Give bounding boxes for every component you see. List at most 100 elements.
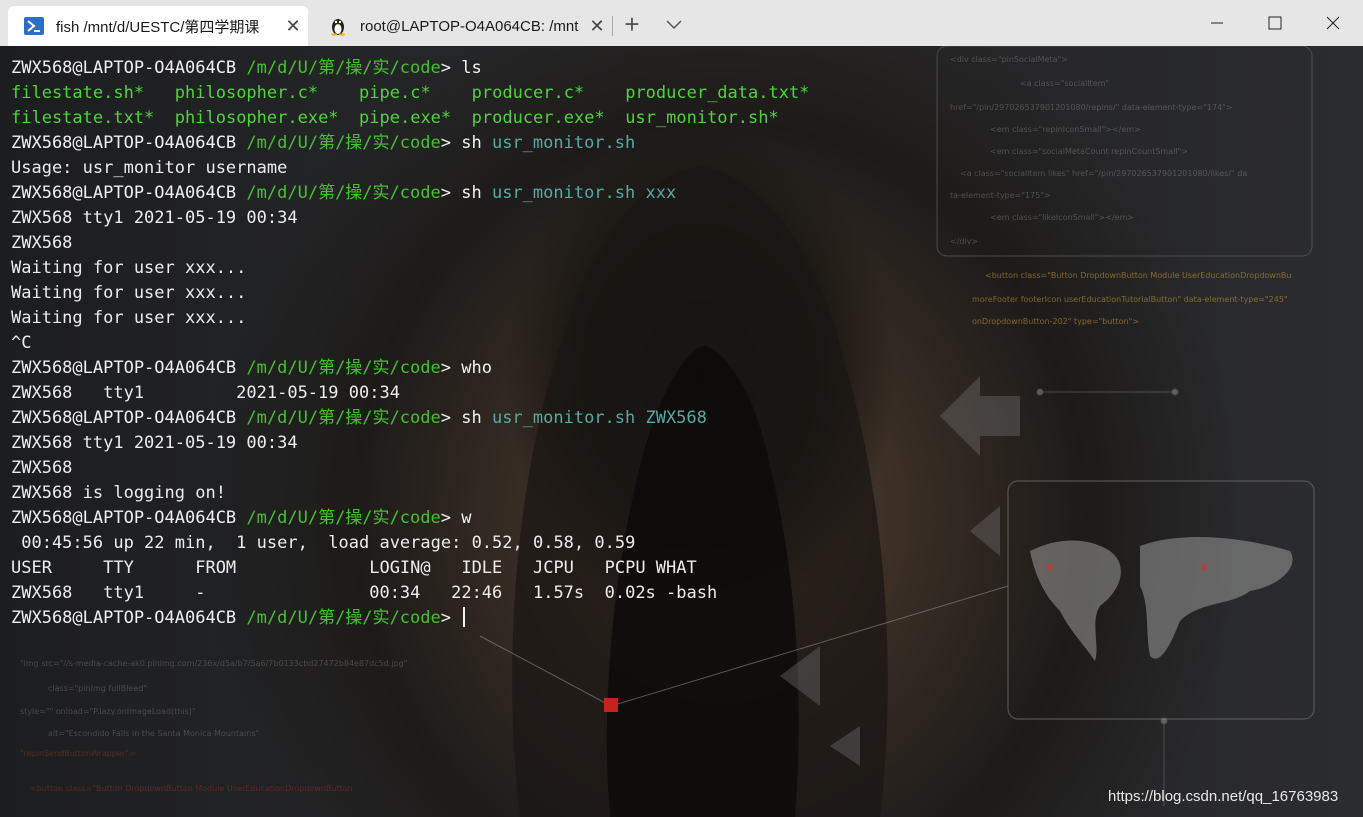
file-name: filestate.sh* [11, 83, 145, 103]
svg-text:style="" onload="P.lazy.on: style="" onload="P.lazy.onImageLoad(this… [20, 707, 196, 716]
svg-text:</div>: </div> [950, 237, 978, 246]
new-tab-plus-icon[interactable]: + [618, 10, 646, 38]
prompt-symbol: > [440, 133, 451, 153]
svg-text:onDropdownButton-202" type="bu: onDropdownButton-202" type="button"> [972, 317, 1139, 326]
tab-divider [612, 16, 613, 36]
svg-text:<em class="repinIconSmall"></e: <em class="repinIconSmall"></em> [990, 125, 1141, 134]
svg-text:<em class="socialMetaCount rep: <em class="socialMetaCount repinCountSma… [990, 147, 1188, 156]
ls-output-row: filestate.txt* philosopher.exe* pipe.exe… [11, 106, 809, 131]
command-argument: usr_monitor.sh [491, 133, 636, 153]
output-line: Waiting for user xxx... [11, 308, 247, 328]
prompt-symbol: > [440, 358, 451, 378]
ls-output-row: filestate.sh* philosopher.c* pipe.c* pro… [11, 81, 809, 106]
tab-fish[interactable]: fish /mnt/d/UESTC/第四学期课 ✕ [8, 6, 308, 46]
svg-text:<div class="pinSocialMeta">: <div class="pinSocialMeta"> [950, 55, 1068, 64]
terminal-line[interactable]: ZWX568@LAPTOP-O4A064CB /m/d/U/第/操/实/code… [11, 606, 809, 631]
terminal-line: ZWX568@LAPTOP-O4A064CB /m/d/U/第/操/实/code… [11, 506, 809, 531]
file-name: usr_monitor.sh* [625, 108, 779, 128]
prompt-path: /m/d/U/第/操/实/code [246, 608, 441, 628]
output-line: ZWX568 is logging on! [11, 483, 226, 503]
output-line: 00:45:56 up 22 min, 1 user, load average… [11, 533, 636, 553]
file-name: producer_data.txt* [625, 83, 810, 103]
svg-text:moreFooter footerIcon userEduc: moreFooter footerIcon userEducationTutor… [972, 295, 1288, 304]
terminal-line: ZWX568@LAPTOP-O4A064CB /m/d/U/第/操/实/code… [11, 406, 809, 431]
file-name: philosopher.c* [174, 83, 319, 103]
terminal-window: fish /mnt/d/UESTC/第四学期课 ✕ root@LAPTOP-O4… [0, 0, 1363, 817]
svg-text:"img src="//s-media-cache-: "img src="//s-media-cache-ak0.pinimg.com… [20, 659, 407, 668]
output-line: ZWX568 tty1 2021-05-19 00:34 [11, 433, 298, 453]
file-name: filestate.txt* [11, 108, 155, 128]
output-line: Usage: usr_monitor username [11, 158, 288, 178]
maximize-button[interactable] [1246, 0, 1304, 46]
prompt-path: /m/d/U/第/操/实/code [246, 133, 441, 153]
output-line: ZWX568 [11, 458, 73, 478]
prompt-user: ZWX568@LAPTOP-O4A064CB [11, 608, 237, 628]
prompt-symbol: > [440, 508, 451, 528]
prompt-symbol: > [440, 58, 451, 78]
output-line: Waiting for user xxx... [11, 258, 247, 278]
chevron-down-icon[interactable] [660, 12, 688, 36]
output-line: ZWX568 tty1 2021-05-19 00:34 [11, 383, 400, 403]
prompt-path: /m/d/U/第/操/实/code [246, 358, 441, 378]
prompt-user: ZWX568@LAPTOP-O4A064CB [11, 358, 237, 378]
terminal-line: ZWX568@LAPTOP-O4A064CB /m/d/U/第/操/实/code… [11, 356, 809, 381]
svg-text:"repinSendButtonWrapper">: "repinSendButtonWrapper"> [20, 749, 136, 758]
linux-tux-icon [328, 16, 348, 36]
prompt-symbol: > [440, 183, 451, 203]
minimize-button[interactable] [1188, 0, 1246, 46]
title-bar: fish /mnt/d/UESTC/第四学期课 ✕ root@LAPTOP-O4… [0, 0, 1363, 46]
powershell-icon [24, 16, 44, 36]
prompt-path: /m/d/U/第/操/实/code [246, 408, 441, 428]
text-cursor [463, 607, 466, 627]
svg-text:<button class="Button Dropdown: <button class="Button DropdownButton Mod… [985, 271, 1291, 280]
command-text: who [461, 358, 492, 378]
svg-text:<button class="Button Dropdown: <button class="Button DropdownButton Mod… [30, 784, 353, 793]
terminal-output: ZWX568@LAPTOP-O4A064CB /m/d/U/第/操/实/code… [11, 56, 809, 631]
command-argument: usr_monitor.sh ZWX568 [491, 408, 707, 428]
prompt-user: ZWX568@LAPTOP-O4A064CB [11, 183, 237, 203]
file-name: philosopher.exe* [174, 108, 339, 128]
terminal-line: ZWX568@LAPTOP-O4A064CB /m/d/U/第/操/实/code… [11, 56, 809, 81]
svg-text:ta-element-type="175">: ta-element-type="175"> [950, 191, 1051, 200]
command-text: sh [461, 133, 482, 153]
output-line: ZWX568 tty1 - 00:34 22:46 1.57s 0.02s -b… [11, 583, 718, 603]
output-line: ^C [11, 333, 32, 353]
file-name: pipe.c* [359, 83, 431, 103]
terminal-line: ZWX568@LAPTOP-O4A064CB /m/d/U/第/操/实/code… [11, 131, 809, 156]
tab-title: fish /mnt/d/UESTC/第四学期课 [56, 18, 260, 36]
command-text: ls [461, 58, 482, 78]
prompt-path: /m/d/U/第/操/实/code [246, 58, 441, 78]
prompt-path: /m/d/U/第/操/实/code [246, 508, 441, 528]
command-text: w [461, 508, 472, 528]
output-line: ZWX568 [11, 233, 73, 253]
watermark: https://blog.csdn.net/qq_16763983 [1108, 788, 1339, 805]
svg-text:alt="Escondido Falls in the Sa: alt="Escondido Falls in the Santa Monica… [48, 729, 259, 738]
tab-title: root@LAPTOP-O4A064CB: /mnt [360, 17, 579, 35]
prompt-user: ZWX568@LAPTOP-O4A064CB [11, 408, 237, 428]
prompt-user: ZWX568@LAPTOP-O4A064CB [11, 58, 237, 78]
prompt-symbol: > [440, 408, 451, 428]
prompt-symbol: > [440, 608, 451, 628]
command-argument: usr_monitor.sh xxx [491, 183, 677, 203]
output-line: Waiting for user xxx... [11, 283, 247, 303]
prompt-user: ZWX568@LAPTOP-O4A064CB [11, 508, 237, 528]
close-tab-icon[interactable]: ✕ [278, 16, 308, 37]
file-name: producer.exe* [471, 108, 605, 128]
prompt-user: ZWX568@LAPTOP-O4A064CB [11, 133, 237, 153]
output-line: ZWX568 tty1 2021-05-19 00:34 [11, 208, 298, 228]
svg-text:<em class="likeIconSmall"></em: <em class="likeIconSmall"></em> [990, 213, 1134, 222]
close-window-button[interactable] [1304, 0, 1362, 46]
file-name: producer.c* [471, 83, 585, 103]
svg-text:<a class="socialItem": <a class="socialItem" [1020, 79, 1109, 88]
file-name: pipe.exe* [359, 108, 452, 128]
svg-text:class="pinImg fullBleed": class="pinImg fullBleed" [48, 684, 147, 693]
tab-root[interactable]: root@LAPTOP-O4A064CB: /mnt ✕ [312, 6, 612, 46]
svg-text:<a class="socialItem likes" hr: <a class="socialItem likes" href="/pin/2… [960, 169, 1247, 178]
close-tab-icon[interactable]: ✕ [582, 16, 612, 37]
command-text: sh [461, 183, 482, 203]
output-line: USER TTY FROM LOGIN@ IDLE JCPU PCPU WHAT [11, 558, 697, 578]
svg-text:href="/pin/297026537901201080/: href="/pin/297026537901201080/repins/" d… [950, 103, 1233, 112]
terminal-pane[interactable]: <div class="pinSocialMeta"> <a class="so… [0, 46, 1363, 817]
terminal-line: ZWX568@LAPTOP-O4A064CB /m/d/U/第/操/实/code… [11, 181, 809, 206]
command-text: sh [461, 408, 482, 428]
